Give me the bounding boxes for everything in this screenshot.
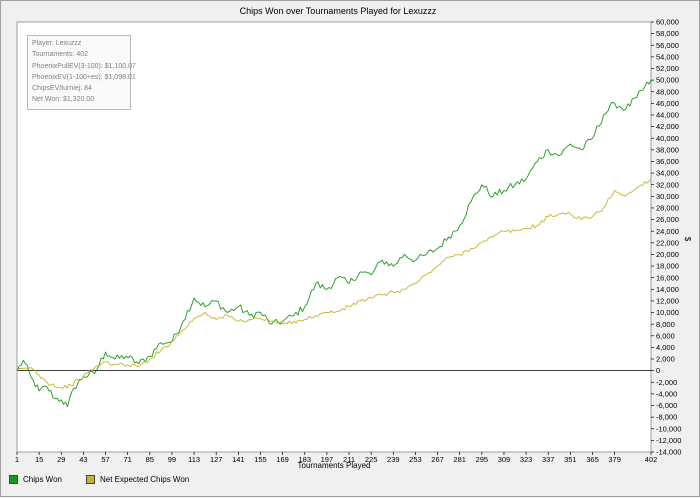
y-tick-label: 26,000 [656, 215, 679, 224]
info-tournaments: Tournaments: 402 [32, 51, 89, 59]
x-tick-label: 113 [188, 455, 200, 464]
y-tick-label: 30,000 [656, 192, 679, 201]
y-tick-label: 8,000 [656, 320, 675, 329]
y-tick-label: 10,000 [656, 308, 679, 317]
y-tick-label: 18,000 [656, 262, 679, 271]
x-tick-label: 141 [232, 455, 245, 464]
y-tick-label: 36,000 [656, 157, 679, 166]
info-phoenix-pull-ev: PhoenixPullEV(3-100): $1,100.07 [32, 62, 136, 70]
y-tick-label: 24,000 [656, 227, 679, 236]
info-player: Player: Lexuzzz [32, 40, 82, 47]
y-tick-label: 42,000 [656, 122, 679, 131]
chart-title: Chips Won over Tournaments Played for Le… [240, 6, 437, 16]
y-tick-label: 16,000 [656, 273, 679, 282]
x-tick-label: 323 [520, 455, 533, 464]
y-tick-label: -8,000 [656, 413, 677, 422]
x-tick-label: 337 [542, 455, 555, 464]
x-tick-label: 1 [15, 455, 19, 464]
x-tick-label: 239 [387, 455, 400, 464]
x-tick-label: 71 [124, 455, 132, 464]
x-tick-label: 309 [498, 455, 511, 464]
y-tick-label: 34,000 [656, 169, 679, 178]
y-tick-label: 50,000 [656, 76, 679, 85]
x-tick-label: 127 [210, 455, 223, 464]
legend-label-net-expected: Net Expected Chips Won [99, 475, 190, 484]
y-tick-label: 48,000 [656, 87, 679, 96]
x-tick-label: 379 [608, 455, 621, 464]
x-tick-label: 15 [35, 455, 43, 464]
x-tick-label: 281 [453, 455, 466, 464]
info-chips-ev: ChipsEV/turniej: 84 [32, 85, 92, 93]
y-tick-label: 46,000 [656, 99, 679, 108]
x-tick-label: 99 [168, 455, 176, 464]
x-tick-label: 169 [276, 455, 289, 464]
y-tick-label: 0 [656, 366, 660, 375]
x-tick-label: 29 [57, 455, 65, 464]
stats-info-box: Player: Lexuzzz Tournaments: 402 Phoenix… [27, 35, 136, 110]
y-tick-label: 28,000 [656, 204, 679, 213]
y-tick-label: 4,000 [656, 343, 675, 352]
y-tick-label: -14,000 [656, 448, 681, 457]
chart-frame: Chips Won over Tournaments Played for Le… [0, 0, 700, 497]
y-tick-label: 14,000 [656, 285, 679, 294]
x-tick-label: 155 [254, 455, 267, 464]
y-tick-label: 54,000 [656, 52, 679, 61]
chart-legend: Chips Won Net Expected Chips Won [9, 475, 189, 484]
legend-swatch-chips-won [9, 475, 18, 484]
y-tick-label: 6,000 [656, 331, 675, 340]
info-phoenix-ev: PhoenixEV(1-100+es): $1,098.01 [32, 73, 136, 81]
y-tick-label: 60,000 [656, 18, 679, 27]
x-tick-label: 351 [564, 455, 577, 464]
y-tick-label: 56,000 [656, 41, 679, 50]
y-tick-label: -2,000 [656, 378, 677, 387]
y-tick-label: 12,000 [656, 297, 679, 306]
x-tick-label: 295 [476, 455, 489, 464]
x-tick-label: 85 [146, 455, 154, 464]
y-tick-label: 58,000 [656, 29, 679, 38]
y-tick-label: -4,000 [656, 389, 677, 398]
y-tick-label: 22,000 [656, 238, 679, 247]
legend-item-net-expected: Net Expected Chips Won [85, 475, 190, 484]
y-axis-label: $ [683, 237, 692, 242]
y-tick-label: -12,000 [656, 436, 681, 445]
legend-swatch-net-expected [85, 475, 95, 484]
x-tick-label: 253 [409, 455, 422, 464]
x-tick-label: 43 [79, 455, 87, 464]
x-axis-label: Tournaments Played [298, 461, 371, 470]
y-tick-label: 32,000 [656, 180, 679, 189]
y-tick-label: 20,000 [656, 250, 679, 259]
info-net-won: Net Won: $1,320.00 [32, 96, 95, 104]
legend-label-chips-won: Chips Won [23, 475, 62, 484]
y-tick-label: 40,000 [656, 134, 679, 143]
y-tick-label: -6,000 [656, 401, 677, 410]
y-axis: -14,000 -12,000 -10,000 -8,000 -6,000 -4,000 -… [651, 18, 681, 457]
legend-item-chips-won: Chips Won [9, 475, 62, 484]
x-tick-label: 365 [586, 455, 599, 464]
x-tick-label: 57 [101, 455, 109, 464]
y-tick-label: 52,000 [656, 64, 679, 73]
y-tick-label: 2,000 [656, 355, 675, 364]
y-tick-label: 38,000 [656, 145, 679, 154]
x-tick-label: 267 [431, 455, 444, 464]
y-tick-label: 44,000 [656, 111, 679, 120]
y-tick-label: -10,000 [656, 424, 681, 433]
